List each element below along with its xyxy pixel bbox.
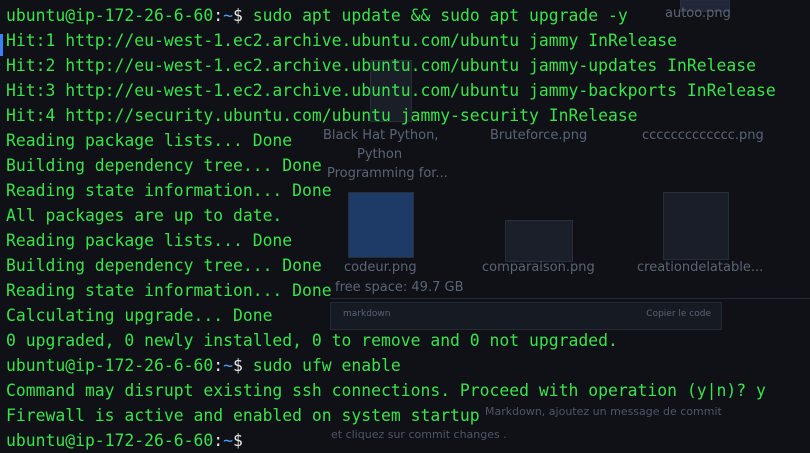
terminal-output-line: Hit:1 http://eu-west-1.ec2.archive.ubunt…: [6, 31, 678, 50]
terminal-output-line: Firewall is active and enabled on system…: [6, 406, 480, 425]
prompt-colon: :: [213, 6, 224, 25]
terminal-output-line: Reading package lists... Done: [6, 231, 293, 250]
terminal-output: ubuntu@ip-172-26-6-60:~$ sudo apt update…: [6, 3, 810, 453]
terminal-output-line: Calculating upgrade... Done: [6, 306, 273, 325]
prompt-dollar: $: [232, 431, 243, 450]
prompt-colon: :: [213, 431, 224, 450]
terminal-output-line: All packages are up to date.: [6, 206, 283, 225]
terminal-output-line: Building dependency tree... Done: [6, 156, 322, 175]
prompt-path: ~: [223, 431, 233, 450]
terminal-output-line: Hit:2 http://eu-west-1.ec2.archive.ubunt…: [6, 56, 756, 75]
terminal-command: sudo apt update && sudo apt upgrade -y: [242, 6, 628, 25]
prompt-dollar: $: [232, 6, 243, 25]
terminal-output-line: Reading package lists... Done: [6, 131, 293, 150]
terminal-output-line: Reading state information... Done: [6, 181, 332, 200]
prompt-path: ~: [223, 356, 233, 375]
terminal-output-line: Hit:4 http://security.ubuntu.com/ubuntu …: [6, 106, 638, 125]
terminal-prompt-line: ubuntu@ip-172-26-6-60:~$: [6, 428, 810, 453]
terminal-prompt-line: ubuntu@ip-172-26-6-60:~$ sudo ufw enable: [6, 353, 810, 378]
terminal-prompt-line: ubuntu@ip-172-26-6-60:~$ sudo apt update…: [6, 3, 810, 28]
terminal-output-line: Building dependency tree... Done: [6, 256, 322, 275]
prompt-path: ~: [223, 6, 233, 25]
prompt-user-host: ubuntu@ip-172-26-6-60: [6, 356, 214, 375]
prompt-user-host: ubuntu@ip-172-26-6-60: [6, 431, 214, 450]
terminal-output-line: Command may disrupt existing ssh connect…: [6, 381, 766, 400]
prompt-dollar: $: [232, 356, 243, 375]
focus-indicator: [0, 34, 3, 56]
prompt-user-host: ubuntu@ip-172-26-6-60: [6, 6, 214, 25]
terminal-output-line: 0 upgraded, 0 newly installed, 0 to remo…: [6, 331, 618, 350]
terminal-window[interactable]: ubuntu@ip-172-26-6-60:~$ sudo apt update…: [0, 0, 810, 450]
terminal-command: sudo ufw enable: [242, 356, 401, 375]
prompt-colon: :: [213, 356, 224, 375]
terminal-output-line: Hit:3 http://eu-west-1.ec2.archive.ubunt…: [6, 81, 776, 100]
terminal-output-line: Reading state information... Done: [6, 281, 332, 300]
